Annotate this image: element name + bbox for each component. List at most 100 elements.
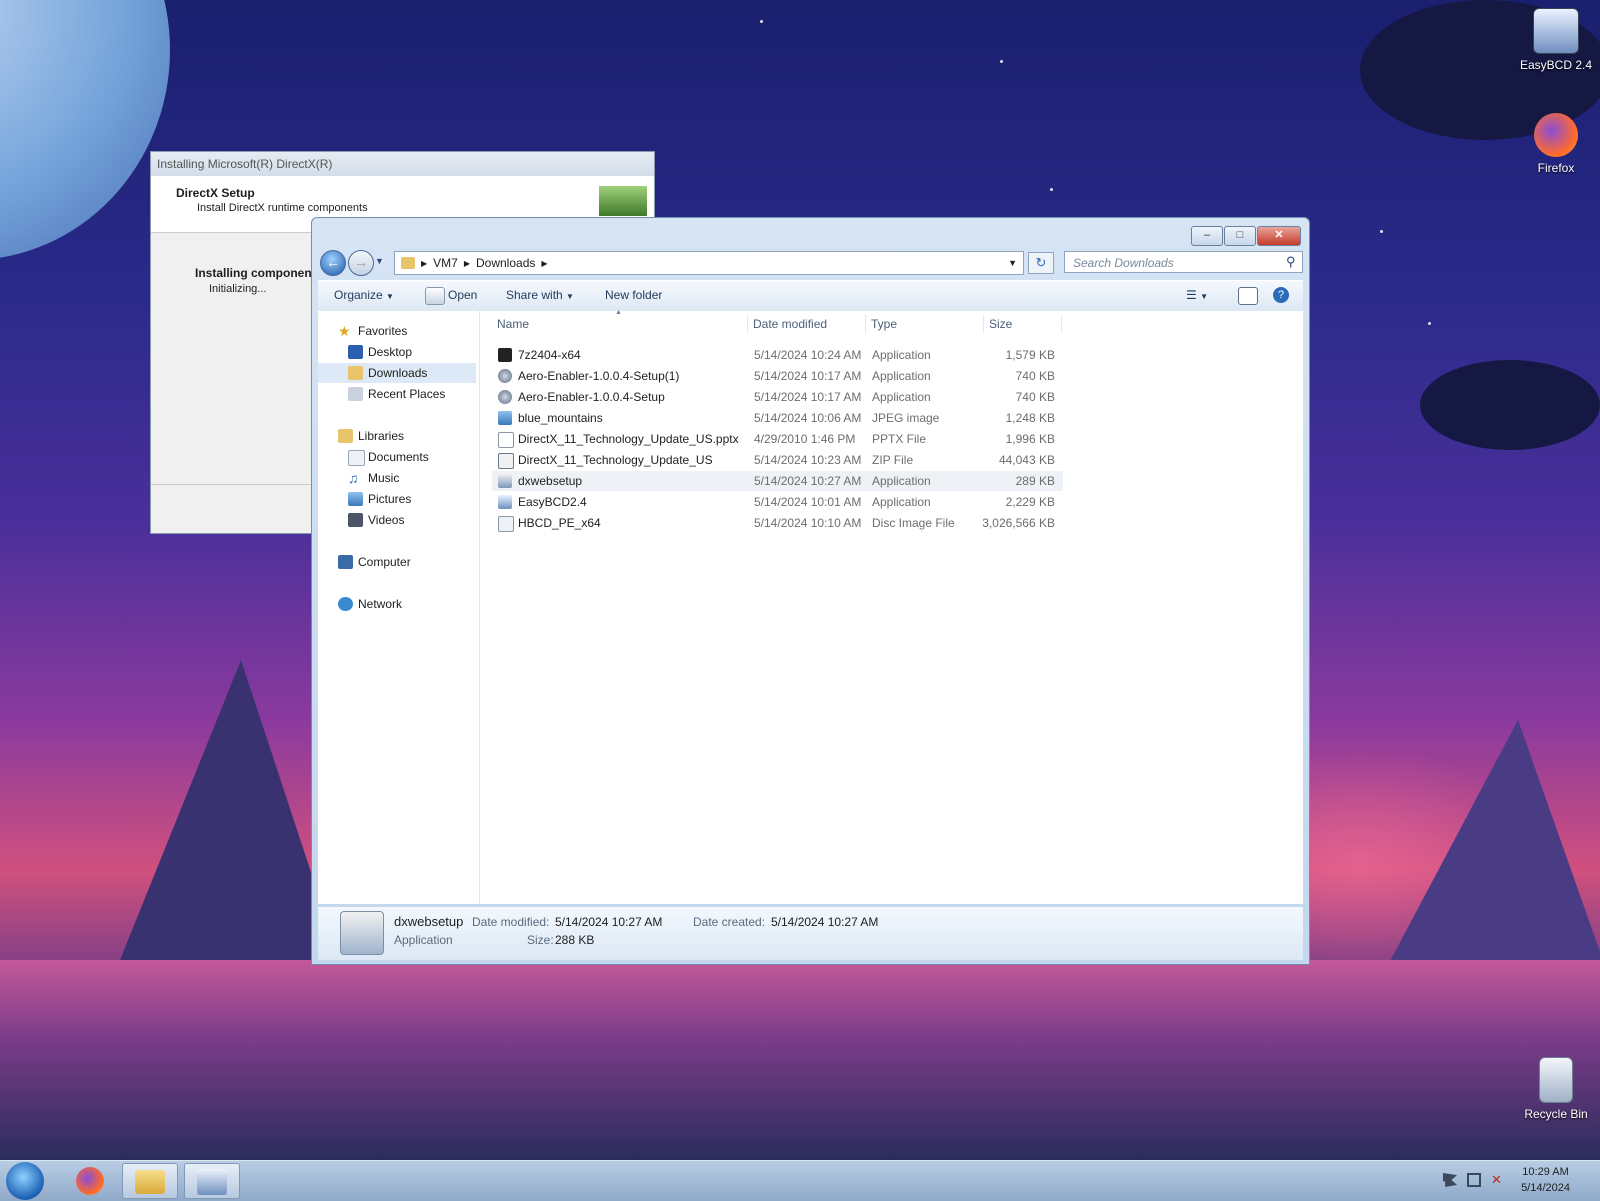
file-icon: [498, 453, 514, 469]
file-icon: [498, 516, 514, 532]
nav-recent-places[interactable]: Recent Places: [318, 384, 476, 404]
help-icon[interactable]: ?: [1273, 287, 1289, 303]
new-folder-button[interactable]: New folder: [605, 288, 662, 302]
file-row[interactable]: DirectX_11_Technology_Update_US 5/14/2024…: [492, 450, 1063, 470]
file-name: Aero-Enabler-1.0.0.4-Setup(1): [518, 369, 680, 383]
caption-buttons: – □ ✕: [1191, 226, 1301, 246]
breadcrumb-separator-icon: ▶: [541, 258, 548, 268]
command-bar: Organize ▼ Open Share with ▼ New folder …: [318, 280, 1303, 312]
directx-header-title: DirectX Setup: [176, 186, 255, 200]
breadcrumb-vm7[interactable]: VM7: [433, 256, 458, 270]
address-history-chevron-down-icon[interactable]: ▼: [1008, 258, 1017, 268]
start-button[interactable]: [6, 1162, 44, 1200]
planet-graphic: [0, 0, 170, 260]
easybcd-desktop-icon[interactable]: EasyBCD 2.4: [1516, 8, 1596, 72]
file-row[interactable]: EasyBCD2.4 5/14/2024 10:01 AM Application 2…: [492, 492, 1063, 512]
file-row[interactable]: dxwebsetup 5/14/2024 10:27 AM Application 2…: [492, 471, 1063, 491]
forward-button[interactable]: →: [348, 250, 374, 276]
preview-pane-icon[interactable]: [1238, 287, 1258, 305]
details-size-label: Size:: [527, 933, 554, 947]
breadcrumb-separator-icon: ▶: [463, 258, 470, 268]
column-name[interactable]: Name: [497, 317, 529, 331]
maximize-button[interactable]: □: [1224, 226, 1256, 246]
nav-computer[interactable]: Computer: [318, 552, 476, 572]
file-icon: [498, 432, 514, 448]
close-button[interactable]: ✕: [1257, 226, 1301, 246]
file-size: 3,026,566 KB: [982, 516, 1055, 530]
nav-documents-label: Documents: [368, 450, 429, 464]
directx-title: Installing Microsoft(R) DirectX(R): [151, 152, 654, 176]
details-name: dxwebsetup: [394, 914, 464, 929]
dxwebsetup-large-icon: [340, 911, 384, 955]
breadcrumb-downloads[interactable]: Downloads: [476, 256, 535, 270]
change-view-icon[interactable]: ☰ ▼: [1186, 288, 1208, 302]
file-size: 289 KB: [1015, 474, 1055, 488]
file-type: ZIP File: [872, 453, 914, 467]
file-row[interactable]: 7z2404-x64 5/14/2024 10:24 AM Application 1…: [492, 345, 1063, 365]
details-date-modified: 5/14/2024 10:27 AM: [555, 915, 663, 929]
refresh-icon[interactable]: ↻: [1028, 252, 1054, 274]
sea-graphic: [0, 960, 1600, 1160]
file-icon: [498, 369, 512, 383]
file-row[interactable]: DirectX_11_Technology_Update_US.pptx 4/29…: [492, 429, 1063, 449]
file-row[interactable]: blue_mountains 5/14/2024 10:06 AM JPEG ima…: [492, 408, 1063, 428]
file-size: 740 KB: [1015, 390, 1055, 404]
recycle-bin-desktop-icon[interactable]: Recycle Bin: [1516, 1057, 1596, 1121]
address-bar[interactable]: ▶ VM7 ▶ Downloads ▶ ▼: [394, 251, 1024, 275]
firefox-desktop-icon[interactable]: Firefox: [1516, 113, 1596, 175]
nav-documents[interactable]: Documents: [318, 447, 476, 467]
nav-pictures-label: Pictures: [368, 492, 412, 506]
open-button[interactable]: Open: [448, 288, 477, 302]
share-with-button[interactable]: Share with ▼: [506, 288, 574, 302]
nav-network[interactable]: Network: [318, 594, 476, 614]
search-icon[interactable]: ⚲: [1286, 254, 1296, 270]
folder-icon: [135, 1170, 165, 1194]
recent-pages-chevron-down-icon[interactable]: ▼: [375, 256, 384, 266]
file-row[interactable]: Aero-Enabler-1.0.0.4-Setup(1) 5/14/2024 1…: [492, 366, 1063, 386]
minimize-button[interactable]: –: [1191, 226, 1223, 246]
file-icon: [498, 495, 512, 509]
details-pane: dxwebsetup Application Date modified: 5/…: [318, 906, 1303, 960]
nav-pictures[interactable]: Pictures: [318, 489, 476, 509]
details-date-created-label: Date created:: [693, 915, 766, 929]
nav-desktop-label: Desktop: [368, 345, 413, 359]
nav-downloads[interactable]: Downloads: [318, 363, 476, 383]
recent-places-icon: [348, 387, 363, 401]
organize-button[interactable]: Organize ▼: [334, 288, 394, 302]
system-clock[interactable]: 10:29 AM 5/14/2024: [1521, 1164, 1570, 1196]
directx-setup-taskbar-button[interactable]: [184, 1163, 240, 1199]
firefox-taskbar-button[interactable]: [62, 1163, 118, 1199]
network-status-icon[interactable]: [1467, 1173, 1481, 1187]
column-size[interactable]: Size: [989, 317, 1012, 331]
action-center-flag-icon[interactable]: [1443, 1173, 1457, 1187]
recycle-bin-label: Recycle Bin: [1524, 1107, 1588, 1121]
videos-icon: [348, 513, 363, 527]
taskbar: ✕ 10:29 AM 5/14/2024: [0, 1160, 1600, 1201]
back-button[interactable]: ←: [320, 250, 346, 276]
file-size: 1,579 KB: [1005, 348, 1055, 362]
file-row[interactable]: HBCD_PE_x64 5/14/2024 10:10 AM Disc Image …: [492, 513, 1063, 533]
nav-desktop[interactable]: Desktop: [318, 342, 476, 362]
explorer-taskbar-button[interactable]: [122, 1163, 178, 1199]
file-row[interactable]: Aero-Enabler-1.0.0.4-Setup 5/14/2024 10:1…: [492, 387, 1063, 407]
nav-videos[interactable]: Videos: [318, 510, 476, 530]
directx-status-title: Installing component: [195, 266, 316, 280]
file-name: Aero-Enabler-1.0.0.4-Setup: [518, 390, 665, 404]
explorer-window[interactable]: – □ ✕ ← → ▼ ▶ VM7 ▶ Downloads ▶ ▼ ↻ Sear…: [311, 217, 1310, 965]
file-date: 5/14/2024 10:17 AM: [754, 369, 862, 383]
details-type: Application: [394, 933, 453, 947]
easybcd-label: EasyBCD 2.4: [1519, 58, 1593, 72]
nav-libraries[interactable]: Libraries: [318, 426, 476, 446]
column-date-modified[interactable]: Date modified: [753, 317, 827, 331]
nav-music[interactable]: ♫ Music: [318, 468, 476, 488]
nav-favorites[interactable]: ★ Favorites: [318, 321, 476, 341]
nav-videos-label: Videos: [368, 513, 405, 527]
file-size: 1,248 KB: [1005, 411, 1055, 425]
volume-muted-icon[interactable]: ✕: [1491, 1173, 1505, 1187]
breadcrumb-separator-icon: ▶: [421, 258, 428, 268]
search-input[interactable]: Search Downloads: [1064, 251, 1303, 273]
file-name: DirectX_11_Technology_Update_US: [518, 453, 713, 467]
open-program-icon: [425, 287, 445, 305]
details-date-created: 5/14/2024 10:27 AM: [771, 915, 879, 929]
column-type[interactable]: Type: [871, 317, 897, 331]
